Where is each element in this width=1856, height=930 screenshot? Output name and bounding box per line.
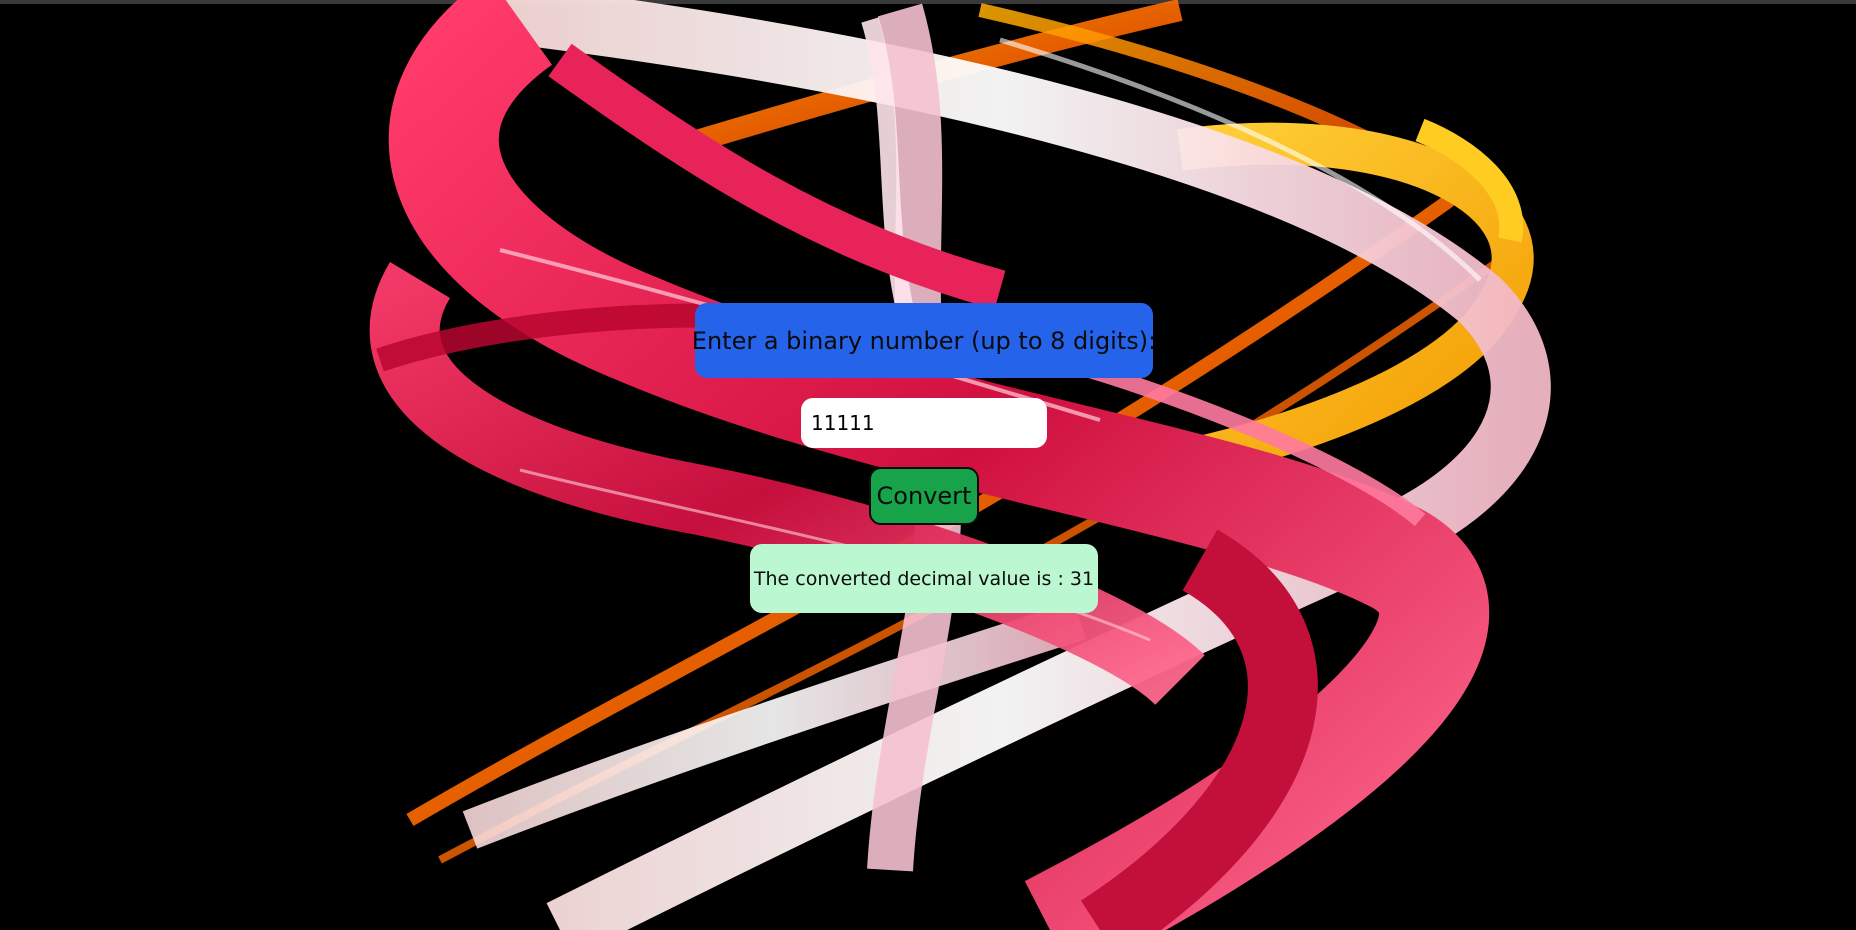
prompt-label: Enter a binary number (up to 8 digits): — [692, 303, 1156, 378]
binary-input[interactable] — [801, 398, 1047, 448]
background-swirl-art — [369, 0, 1551, 930]
convert-button[interactable]: Convert — [869, 467, 979, 525]
result-message: The converted decimal value is : 31 — [750, 544, 1098, 613]
page: Enter a binary number (up to 8 digits): … — [0, 0, 1856, 930]
